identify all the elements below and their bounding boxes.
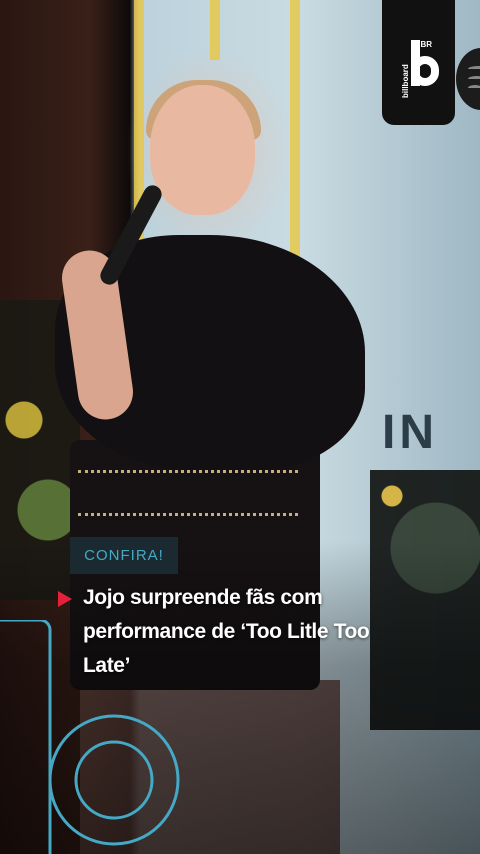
logo-word: billboard (400, 63, 410, 98)
spotify-wave (468, 76, 480, 82)
billboard-logo-tag[interactable]: billboard BR (382, 0, 455, 125)
performer-face (150, 85, 255, 215)
confira-tag-label: CONFIRA! (84, 547, 164, 564)
backdrop-banner-text: IN (382, 406, 438, 459)
spotify-wave (468, 66, 480, 72)
backdrop-stripe (290, 0, 300, 270)
spotify-wave (468, 85, 480, 91)
outline-b-stem (0, 620, 52, 725)
performer-chain-belt (78, 470, 298, 516)
outline-b-bowl-outer (48, 714, 180, 846)
backdrop-stripe (210, 0, 220, 60)
confira-tag[interactable]: CONFIRA! (70, 537, 178, 574)
logo-b-bowl (410, 55, 439, 86)
billboard-logo-icon: billboard BR (399, 38, 439, 98)
play-arrow-icon (58, 591, 72, 607)
story-frame: IN billboard BR CONFIRA! Jojo surpreende… (0, 0, 480, 854)
outline-b-bowl-inner (74, 740, 154, 820)
logo-region: BR (420, 39, 433, 49)
spotify-icon[interactable] (456, 48, 480, 110)
story-headline[interactable]: Jojo surpreende fãs com performance de ‘… (83, 581, 413, 683)
